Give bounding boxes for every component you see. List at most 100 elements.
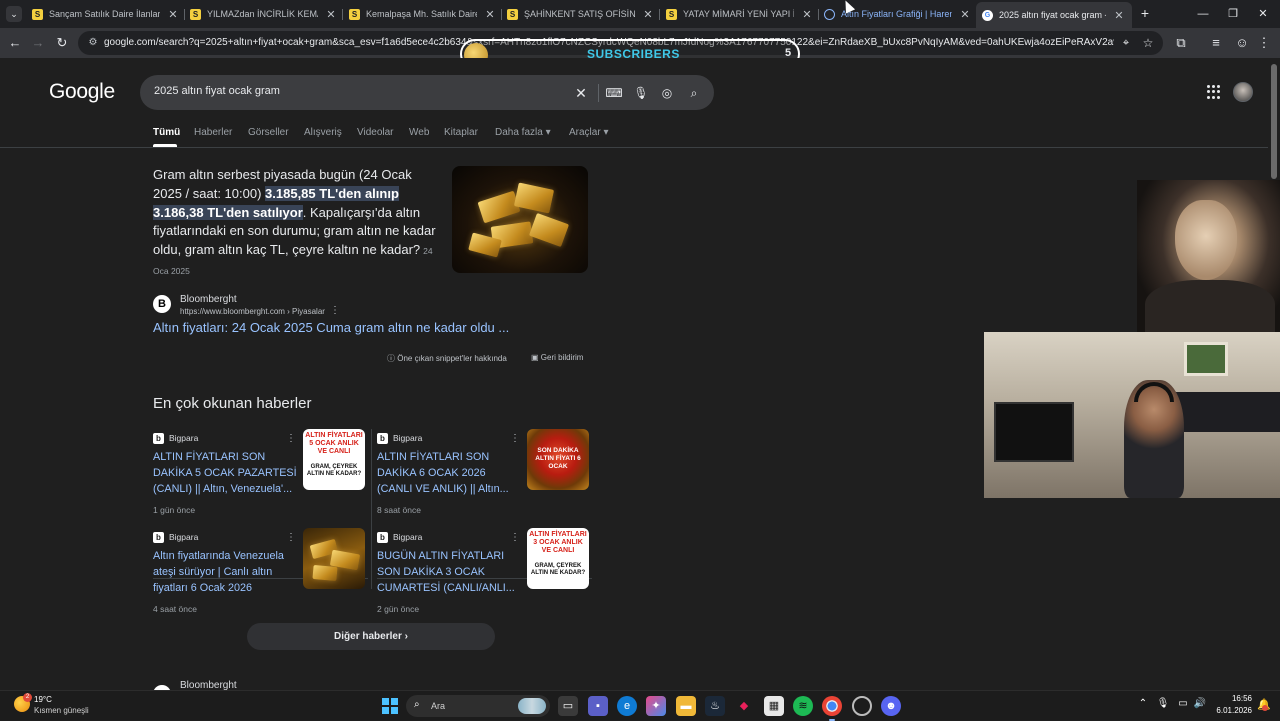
tab-search-button[interactable]: ⌄ [6, 6, 22, 22]
extensions-icon[interactable]: ⧉ [1172, 34, 1190, 52]
browser-tab-active[interactable]: G 2025 altın fiyat ocak gram - Go ✕ [976, 2, 1132, 28]
weather-description[interactable]: Kısmen güneşli [34, 706, 89, 715]
tab-videos[interactable]: Videolar [357, 127, 394, 138]
task-view-icon[interactable]: ▭ [558, 696, 578, 716]
tab-separator [659, 9, 660, 20]
news-thumbnail[interactable] [303, 528, 365, 589]
camera-lens-icon[interactable]: ◎ [658, 84, 676, 102]
start-button[interactable] [382, 698, 398, 714]
top-stories-heading: En çok okunan haberler [153, 395, 312, 412]
reload-icon[interactable]: ↻ [53, 34, 71, 52]
browser-menu-icon[interactable]: ⋮ [1255, 34, 1273, 52]
taskbar-search[interactable]: ⌕ Ara [406, 695, 550, 717]
more-options-icon[interactable]: ⋮ [510, 532, 520, 543]
app-diamond-icon[interactable]: ◆ [734, 696, 754, 716]
minimize-button[interactable]: — [1193, 5, 1213, 23]
spotify-icon[interactable]: ≋ [793, 696, 813, 716]
microphone-icon[interactable]: 🎙 [1156, 698, 1170, 709]
keyboard-icon[interactable]: ⌨ [605, 84, 623, 102]
more-options-icon[interactable]: ⋮ [510, 433, 520, 444]
close-icon[interactable]: ✕ [324, 8, 338, 21]
tab-news[interactable]: Haberler [194, 127, 232, 138]
browser-tab[interactable]: S YILMAZdan İNCİRLİK KEMALPA ✕ [190, 4, 338, 24]
close-icon[interactable]: ✕ [641, 8, 655, 21]
tab-images[interactable]: Görseller [248, 127, 289, 138]
source-url[interactable]: https://www.bloomberght.com › Piyasalar [180, 307, 325, 316]
browser-tab[interactable]: S Kemalpaşa Mh. Satılık Daire İla ✕ [349, 4, 497, 24]
maximize-button[interactable]: ❐ [1223, 5, 1243, 23]
more-options-icon[interactable]: ⋮ [330, 305, 340, 316]
profile-avatar-icon[interactable]: ☺ [1233, 34, 1251, 52]
news-title[interactable]: BUGÜN ALTIN FİYATLARI SON DAKİKA 3 OCAK … [377, 548, 522, 596]
news-card[interactable]: b Bigpara ⋮ Altın fiyatlarında Venezuela… [153, 528, 368, 624]
news-thumbnail[interactable]: SON DAKİKA ALTIN FİYATI 6 OCAK [527, 429, 589, 490]
microphone-icon[interactable]: 🎙 [632, 84, 650, 102]
weather-temperature[interactable]: 19°C [34, 695, 52, 704]
close-icon[interactable]: ✕ [483, 8, 497, 21]
search-box[interactable]: ✕ ⌨ 🎙 ◎ ⌕ [140, 75, 714, 110]
news-thumbnail[interactable]: ALTIN FİYATLARI 5 OCAK ANLIK VE CANLI GR… [303, 429, 365, 490]
feedback-link[interactable]: ▣ Geri bildirim [531, 353, 583, 362]
more-options-icon[interactable]: ⋮ [286, 433, 296, 444]
edge-icon[interactable]: e [617, 696, 637, 716]
news-card[interactable]: b Bigpara ⋮ BUGÜN ALTIN FİYATLARI SON DA… [377, 528, 592, 624]
close-icon[interactable]: ✕ [1112, 9, 1126, 22]
bloomberght-favicon[interactable]: B [153, 295, 171, 313]
media-controls-icon[interactable]: ≡ [1207, 34, 1225, 52]
news-card[interactable]: b Bigpara ⋮ ALTIN FİYATLARI SON DAKİKA 6… [377, 429, 592, 525]
search-input[interactable] [154, 85, 554, 97]
nav-divider [0, 147, 1268, 148]
clock-time[interactable]: 16:56 [1230, 694, 1252, 703]
new-tab-button[interactable]: + [1137, 5, 1153, 21]
back-icon[interactable]: ← [6, 34, 24, 52]
network-icon[interactable]: ▭ [1176, 698, 1190, 709]
discord-icon[interactable]: ☻ [881, 696, 901, 716]
tab-books[interactable]: Kitaplar [444, 127, 478, 138]
chrome-icon[interactable] [822, 696, 842, 721]
location-icon[interactable]: ⌖ [1117, 34, 1135, 52]
copilot-icon[interactable]: ✦ [646, 696, 666, 716]
news-card[interactable]: b Bigpara ⋮ ALTIN FİYATLARI SON DAKİKA 5… [153, 429, 368, 525]
tab-all[interactable]: Tümü [153, 127, 180, 138]
yellow-s-icon: S [32, 8, 43, 20]
result-title-link[interactable]: Altın fiyatları: 24 Ocak 2025 Cuma gram … [153, 320, 509, 335]
tab-more[interactable]: Daha fazla ▾ [495, 127, 551, 138]
teams-icon[interactable]: ▪ [588, 696, 608, 716]
close-icon[interactable]: ✕ [800, 8, 814, 21]
tab-web[interactable]: Web [409, 127, 429, 138]
close-window-button[interactable]: ✕ [1253, 5, 1273, 23]
tray-overflow-chevron-icon[interactable]: ⌃ [1136, 698, 1150, 709]
browser-tab[interactable]: S ŞAHİNKENT SATIŞ OFİSİNDEN ✕ [507, 4, 655, 24]
google-apps-icon[interactable] [1207, 85, 1221, 99]
more-news-button[interactable]: Diğer haberler › [247, 623, 495, 650]
obs-icon[interactable] [852, 696, 872, 716]
volume-icon[interactable]: 🔊 [1193, 698, 1207, 709]
close-icon[interactable]: ✕ [166, 8, 180, 21]
tab-tools[interactable]: Araçlar ▾ [569, 127, 608, 138]
close-icon[interactable]: ✕ [958, 8, 972, 21]
browser-tab[interactable]: S YATAY MİMARİ YENİ YAPI İNÇİR ✕ [666, 4, 814, 24]
search-icon[interactable]: ⌕ [685, 84, 703, 102]
forward-icon[interactable]: → [29, 34, 47, 52]
news-title[interactable]: ALTIN FİYATLARI SON DAKİKA 6 OCAK 2026 (… [377, 449, 522, 497]
browser-tab[interactable]: S Sançam Satılık Daire İlanları ve ✕ [32, 4, 180, 24]
tab-shopping[interactable]: Alışveriş [304, 127, 342, 138]
snippet-about-link[interactable]: ⓘ Öne çıkan snippet'ler hakkında [387, 353, 507, 364]
news-title[interactable]: ALTIN FİYATLARI SON DAKİKA 5 OCAK PAZART… [153, 449, 298, 497]
news-thumbnail[interactable]: ALTIN FİYATLARI 3 OCAK ANLIK VE CANLI GR… [527, 528, 589, 589]
account-avatar[interactable] [1233, 82, 1253, 102]
site-info-icon[interactable]: ⚙ [86, 36, 100, 50]
news-title[interactable]: Altın fiyatlarında Venezuela ateşi sürüy… [153, 548, 298, 596]
file-explorer-icon[interactable]: ▬ [676, 696, 696, 716]
more-news-label: Diğer haberler [334, 631, 402, 642]
bookmark-star-icon[interactable]: ☆ [1139, 34, 1157, 52]
clear-search-icon[interactable]: ✕ [572, 84, 590, 102]
clock-date[interactable]: 6.01.2026 [1215, 706, 1252, 715]
gold-bars-image[interactable] [452, 166, 588, 273]
steam-icon[interactable]: ♨ [705, 696, 725, 716]
source-name[interactable]: Bloomberght [180, 294, 237, 305]
more-options-icon[interactable]: ⋮ [286, 532, 296, 543]
scrollbar-thumb[interactable] [1271, 64, 1277, 179]
microsoft-store-icon[interactable]: ▦ [764, 696, 784, 716]
google-logo[interactable]: Google [49, 80, 115, 104]
